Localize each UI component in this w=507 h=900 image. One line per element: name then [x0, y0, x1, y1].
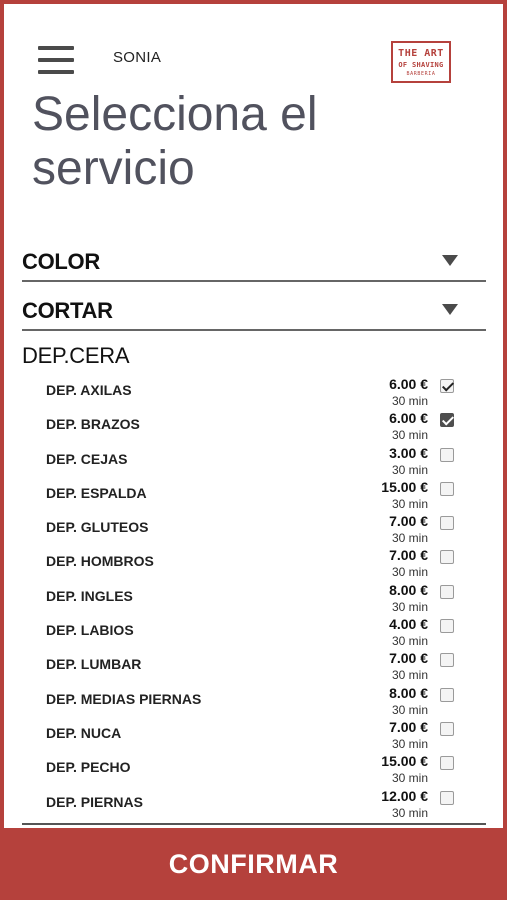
service-checkbox[interactable] [440, 756, 454, 771]
header: SONIA THE ART OF SHAVING BARBERIA [0, 0, 507, 90]
service-duration: 30 min [391, 565, 428, 580]
service-checkbox[interactable] [440, 516, 454, 531]
service-name: DEP. CEJAS [46, 450, 128, 467]
category-label: COLOR [22, 249, 100, 274]
service-name: DEP. PIERNAS [46, 793, 143, 810]
service-duration: 30 min [391, 462, 428, 477]
service-row[interactable]: DEP. INGLES 8.00 €30 min [0, 580, 507, 614]
service-name: DEP. LUMBAR [46, 656, 142, 673]
service-price: 7.00 € [389, 547, 428, 564]
barber-logo-icon: THE ART OF SHAVING BARBERIA [391, 41, 451, 83]
service-duration: 30 min [391, 394, 428, 408]
confirm-button[interactable]: CONFIRMAR [0, 828, 507, 900]
service-name: DEP. MEDIAS PIERNAS [46, 690, 202, 707]
service-checkbox[interactable] [440, 550, 454, 565]
logo-line-1: THE ART [398, 48, 444, 59]
service-row[interactable]: DEP. GLUTEOS 7.00 €30 min [0, 511, 507, 545]
page-title: Selecciona el servicio [32, 88, 318, 195]
service-name: DEP. LABIOS [46, 622, 134, 639]
service-duration: 30 min [391, 771, 428, 786]
service-checkbox[interactable] [440, 687, 454, 702]
service-row[interactable]: DEP. MEDIAS PIERNAS 8.00 €30 min [0, 683, 507, 717]
service-price: 15.00 € [381, 478, 428, 495]
service-checkbox[interactable] [440, 790, 454, 805]
service-price: 7.00 € [389, 718, 428, 735]
category-label: CORTAR [22, 298, 113, 323]
service-row[interactable]: DEP. CEJAS 3.00 €30 min [0, 443, 507, 477]
service-duration: 30 min [391, 634, 428, 649]
service-duration: 30 min [391, 702, 428, 717]
category-cortar[interactable]: CORTAR [22, 283, 486, 331]
service-price: 8.00 € [389, 581, 428, 598]
service-checkbox[interactable] [440, 653, 454, 668]
service-price: 7.00 € [389, 513, 428, 530]
service-duration: 30 min [391, 736, 428, 751]
service-row[interactable]: DEP. AXILAS 6.00 € 30 min [0, 374, 507, 408]
service-duration: 30 min [391, 805, 428, 820]
service-row[interactable]: DEP. PECHO 15.00 €30 min [0, 751, 507, 785]
category-depcera-title[interactable]: DEP.CERA [22, 343, 130, 369]
service-name: DEP. ESPALDA [46, 484, 147, 501]
service-name: DEP. BRAZOS [46, 416, 140, 433]
logo-line-3: BARBERIA [406, 71, 436, 77]
service-row[interactable]: DEP. BRAZOS 6.00 €30 min [0, 408, 507, 442]
service-duration: 30 min [391, 428, 428, 443]
service-checkbox[interactable] [440, 481, 454, 496]
list-divider [22, 823, 486, 825]
service-name: DEP. AXILAS [46, 382, 132, 398]
service-list: DEP. AXILAS 6.00 €30 min DEP. BRAZOS 6.00 €… [0, 374, 507, 820]
service-price: 4.00 € [389, 616, 428, 633]
service-price: 15.00 € [381, 753, 428, 770]
user-name: SONIA [113, 49, 162, 66]
hamburger-menu-icon[interactable] [38, 46, 76, 76]
service-price: 6.00 € [389, 376, 428, 392]
service-checkbox[interactable] [440, 584, 454, 599]
service-name: DEP. GLUTEOS [46, 519, 149, 536]
service-row[interactable]: DEP. LABIOS 4.00 €30 min [0, 614, 507, 648]
caret-down-icon[interactable] [442, 304, 458, 315]
service-duration: 30 min [391, 599, 428, 614]
service-checkbox[interactable] [440, 379, 454, 393]
service-duration: 30 min [391, 531, 428, 546]
service-row[interactable]: DEP. ESPALDA 15.00 €30 min [0, 477, 507, 511]
service-name: DEP. INGLES [46, 587, 133, 604]
category-color[interactable]: COLOR [22, 234, 486, 282]
service-duration: 30 min [391, 496, 428, 511]
service-checkbox[interactable] [440, 413, 454, 428]
service-row[interactable]: DEP. HOMBROS 7.00 €30 min [0, 545, 507, 579]
service-price: 8.00 € [389, 684, 428, 701]
service-price: 6.00 € [389, 410, 428, 427]
service-price: 3.00 € [389, 444, 428, 461]
service-checkbox[interactable] [440, 721, 454, 736]
service-price: 12.00 € [381, 787, 428, 804]
service-duration: 30 min [391, 668, 428, 683]
service-row[interactable]: DEP. LUMBAR 7.00 €30 min [0, 648, 507, 682]
logo-line-2: OF SHAVING [398, 61, 444, 69]
caret-down-icon[interactable] [442, 255, 458, 266]
service-checkbox[interactable] [440, 619, 454, 634]
service-checkbox[interactable] [440, 447, 454, 462]
service-row[interactable]: DEP. PIERNAS 12.00 €30 min [0, 786, 507, 820]
service-name: DEP. HOMBROS [46, 553, 154, 570]
service-row[interactable]: DEP. NUCA 7.00 €30 min [0, 717, 507, 751]
service-name: DEP. NUCA [46, 724, 122, 741]
service-price: 7.00 € [389, 650, 428, 667]
service-name: DEP. PECHO [46, 759, 131, 776]
